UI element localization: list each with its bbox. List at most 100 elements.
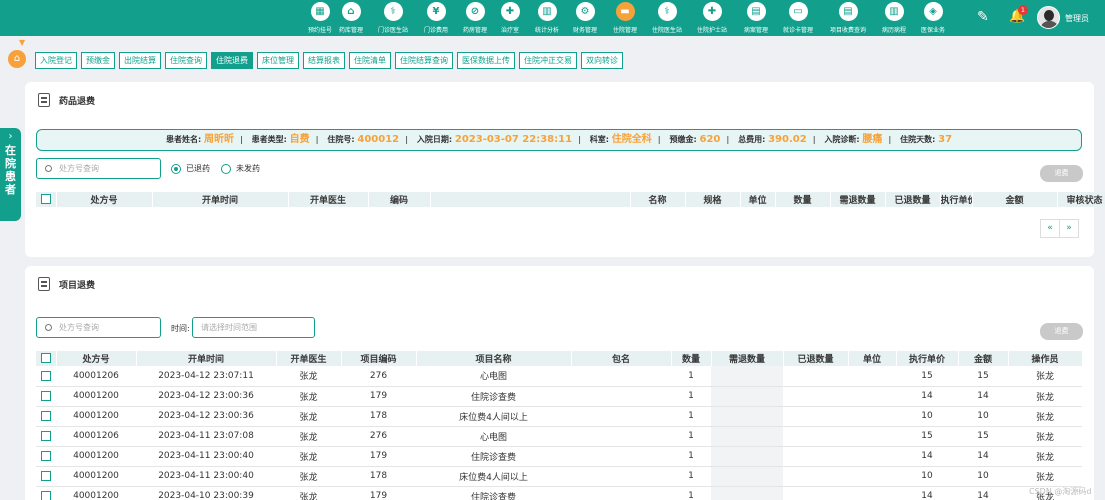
table-cell[interactable] [711,486,783,500]
time-placeholder: 请选择时间范围 [201,323,257,332]
tab[interactable]: 入院登记 [35,52,77,69]
tab[interactable]: 预缴金 [81,52,115,69]
nav-item-label: 住院管理 [613,26,637,34]
nav-item-label: 门诊费用 [424,26,448,34]
total-cost: 390.02 [768,134,807,145]
table-cell [571,426,671,447]
table-cell[interactable] [711,406,783,427]
row-checkbox[interactable] [36,386,56,407]
table-cell: 1 [671,366,711,387]
table-cell: 14 [896,446,958,467]
row-checkbox[interactable] [36,466,56,487]
table-cell: 179 [341,486,416,500]
nav-item[interactable]: ▭ 就诊卡管理 [776,2,820,36]
radio-unissued[interactable]: 未发药 [221,163,260,174]
table-cell: 张龙 [1008,406,1082,427]
radio-returned[interactable]: 已退药 [171,163,210,174]
item-refund-button[interactable]: 退费 [1040,323,1083,340]
select-all-checkbox[interactable] [36,192,57,207]
table-cell [848,426,896,447]
tab[interactable]: 住院结算查询 [395,52,453,69]
username[interactable]: 管理员 [1065,13,1089,24]
column-header: 已退数量 [783,351,849,366]
tab[interactable]: 医保数据上传 [457,52,515,69]
table-cell: 178 [341,466,416,487]
table-row[interactable]: 40001200 2023-04-11 23:00:40 张龙 179 住院诊查费 1 14… [36,446,1082,467]
radio-unchecked-icon [221,163,231,174]
column-header: 执行单价 [940,192,973,207]
nav-item[interactable]: ▬ 住院管理 [603,2,647,36]
patient-info-bar: 患者姓名: 周昕昕 | 患者类型: 自费 | 住院号: 400012 | 入院日期: … [36,129,1082,151]
table-cell[interactable] [711,426,783,447]
nav-item-label: 病案管理 [744,26,768,34]
row-checkbox[interactable] [36,486,56,500]
prev-page-button[interactable]: « [1040,219,1060,238]
nav-item[interactable]: ⌂ 药库管理 [329,2,373,36]
drug-refund-button[interactable]: 退费 [1040,165,1083,182]
folder-icon: ▤ [746,2,766,21]
next-page-button[interactable]: » [1059,219,1079,238]
top-navigation-bar: ▦ 预约挂号 ⌂ 药库管理 ⚕ 门诊医生站 ¥ 门诊费用 ⊘ 药房管理 ✚ 治疗室 ▥ 统计分析 ⚙ 财务管理… [0,0,1105,36]
table-cell: 张龙 [1008,466,1082,487]
item-refund-table: 处方号 开单时间 开单医生 项目编码 项目名称 包名 数量 需退数量 已退数量 单位 执行单价 金额操… [36,351,1083,500]
tab[interactable]: 住院清单 [349,52,391,69]
avatar[interactable] [1037,6,1060,29]
row-checkbox[interactable] [36,366,56,387]
nav-item[interactable]: ⚕ 门诊医生站 [371,2,415,36]
nav-item[interactable]: ✚ 住院护士站 [690,2,734,36]
in-hospital-patients-drawer[interactable]: › 在院患者 [0,128,21,221]
tab[interactable]: 住院退费 [211,52,253,69]
row-checkbox[interactable] [36,446,56,467]
document-icon [38,93,50,107]
tab[interactable]: 住院查询 [165,52,207,69]
table-cell[interactable] [711,366,783,387]
nav-item[interactable]: ▤ 项目收费查询 [826,2,870,36]
table-row[interactable]: 40001206 2023-04-12 23:07:11 张龙 276 心电图 1 15 15… [36,366,1082,387]
nav-item[interactable]: ▤ 病案管理 [734,2,778,36]
nav-item-label: 项目收费查询 [830,26,866,34]
item-prescription-search-input[interactable]: 处方号查询 [36,317,161,338]
deposit-label: 预缴金: [669,135,697,144]
table-cell: 心电图 [416,426,571,447]
table-cell: 住院诊查费 [416,486,571,500]
clipboard-icon: ▥ [884,2,904,21]
pen-icon[interactable]: ✎ [977,9,989,25]
table-cell: 1 [671,426,711,447]
tab[interactable]: 出院结算 [119,52,161,69]
table-row[interactable]: 40001206 2023-04-11 23:07:08 张龙 276 心电图 1 15 15… [36,426,1082,447]
row-checkbox[interactable] [36,426,56,447]
doctor-icon: ⚕ [657,2,677,21]
column-header: 需退数量 [830,192,886,207]
tab[interactable]: 床位管理 [257,52,299,69]
table-cell: 15 [958,426,1008,447]
table-row[interactable]: 40001200 2023-04-12 23:00:36 张龙 178 床位费4人间以上… [36,406,1082,427]
table-cell: 14 [896,386,958,407]
table-cell[interactable] [711,466,783,487]
column-header: 包名 [571,351,672,366]
table-cell [848,466,896,487]
nav-item[interactable]: ◈ 医保业务 [911,2,955,36]
select-all-checkbox[interactable] [36,351,57,366]
tab[interactable]: 结算报表 [303,52,345,69]
table-cell[interactable] [711,386,783,407]
bed-icon: ▬ [615,2,635,21]
bell-icon[interactable]: 🔔 1 [1009,5,1028,24]
home-icon[interactable]: ⌂ [8,50,26,68]
prescription-search-input[interactable]: 处方号查询 [36,158,161,179]
row-checkbox[interactable] [36,406,56,427]
panel-title: 项目退费 [38,277,95,291]
nav-item[interactable]: ▥ 病历病程 [872,2,916,36]
table-cell [848,446,896,467]
table-row[interactable]: 40001200 2023-04-10 23:00:39 张龙 179 住院诊查费 1 14… [36,486,1082,500]
tab[interactable]: 双向转诊 [581,52,623,69]
tab[interactable]: 住院冲正交易 [519,52,577,69]
table-row[interactable]: 40001200 2023-04-12 23:00:36 张龙 179 住院诊查费 1 14… [36,386,1082,407]
drug-refund-table: 处方号开单时间开单医生编码名称规格单位数量需退数量已退数量执行单价金额审核状态操… [36,192,1105,207]
table-cell[interactable] [711,446,783,467]
nav-item[interactable]: ¥ 门诊费用 [414,2,458,36]
table-row[interactable]: 40001200 2023-04-11 23:00:40 张龙 178 床位费4人间以上… [36,466,1082,487]
time-range-picker[interactable]: 请选择时间范围 [192,317,315,338]
column-header: 项目名称 [416,351,572,366]
nav-item[interactable]: ⚙ 财务管理 [563,2,607,36]
nav-item[interactable]: ⚕ 住院医生站 [645,2,689,36]
